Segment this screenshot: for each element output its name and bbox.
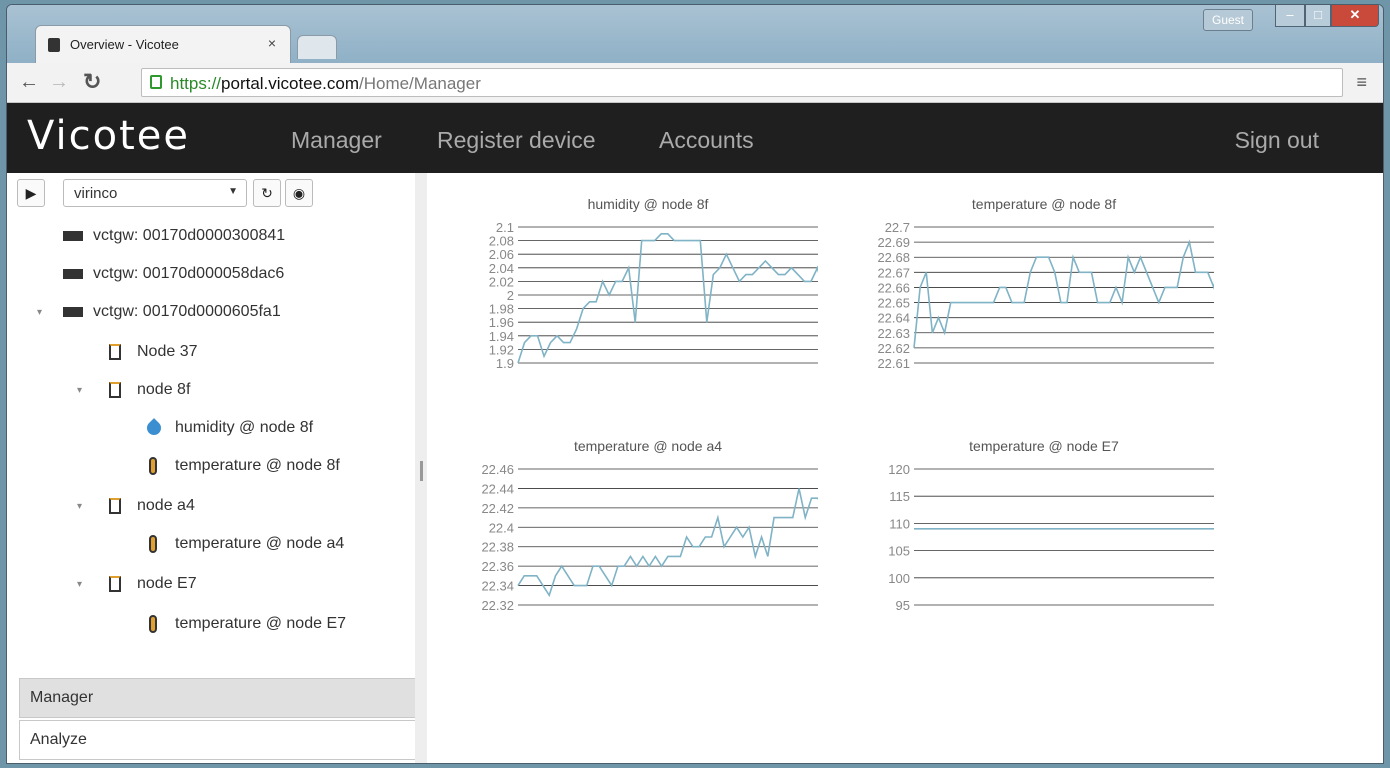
gateway-icon — [63, 268, 83, 279]
y-tick-label: 22.62 — [877, 341, 910, 356]
y-tick-label: 22.4 — [489, 520, 514, 535]
chart-title: temperature @ node 8f — [972, 196, 1116, 212]
collapse-icon[interactable]: ▾ — [37, 307, 42, 318]
nav-accounts[interactable]: Accounts — [659, 127, 754, 154]
charts-area: humidity @ node 8f 2.1 2.08 2.06 2.04 2.02 2 1.… — [428, 173, 1383, 763]
y-tick-label: 105 — [888, 544, 910, 559]
y-tick-label: 22.46 — [481, 462, 514, 477]
lock-icon — [150, 75, 162, 89]
y-tick-label: 120 — [888, 462, 910, 477]
y-tick-label: 22.67 — [877, 265, 910, 280]
tree-item-node-a4[interactable]: node a4 — [109, 497, 195, 515]
collapse-icon[interactable]: ▾ — [77, 579, 82, 590]
tree-item-humidity-8f[interactable]: humidity @ node 8f — [144, 417, 313, 438]
nav-register-device[interactable]: Register device — [437, 127, 596, 154]
thermometer-icon — [149, 615, 157, 633]
url-text: https://portal.vicotee.com/Home/Manager — [170, 74, 481, 93]
y-tick-label: 115 — [889, 489, 910, 504]
y-tick-label: 22.34 — [481, 579, 514, 594]
tab-close-icon[interactable]: × — [268, 35, 276, 51]
y-tick-label: 22.61 — [877, 356, 910, 371]
app-header: Vicotee Manager Register device Accounts… — [7, 103, 1383, 173]
maximize-button[interactable]: □ — [1305, 5, 1331, 27]
tree-item-temperature-a4[interactable]: temperature @ node a4 — [149, 535, 344, 553]
url-input[interactable]: https://portal.vicotee.com/Home/Manager — [141, 68, 1343, 97]
chart-title: temperature @ node E7 — [969, 438, 1119, 454]
thermometer-icon — [149, 457, 157, 475]
panel-analyze[interactable]: Analyze — [19, 720, 417, 760]
tree-item-temperature-8f[interactable]: temperature @ node 8f — [149, 457, 340, 475]
title-bar: Overview - Vicotee × Guest – □ ✕ — [7, 5, 1383, 63]
node-icon — [109, 497, 121, 514]
organization-select[interactable]: virinco ▼ — [63, 179, 247, 207]
minimize-button[interactable]: – — [1275, 5, 1305, 27]
tree-item-gateway-3[interactable]: vctgw: 00170d0000605fa1 — [63, 303, 281, 321]
series-line — [517, 232, 818, 364]
browser-tab[interactable]: Overview - Vicotee × — [35, 25, 291, 63]
chevron-down-icon: ▼ — [228, 186, 238, 197]
panel-manager[interactable]: Manager — [19, 678, 417, 718]
splitter-handle-icon[interactable] — [420, 461, 423, 481]
y-tick-label: 22.63 — [877, 326, 910, 341]
chart-temperature-8f: temperature @ node 8f 22.722.6922.6822.67… — [877, 196, 1214, 371]
content-area: ▶ virinco ▼ ↻ ◉ vctgw: 00170d0000300841 … — [7, 173, 1383, 763]
series-line — [517, 488, 818, 598]
y-tick-label: 22.44 — [481, 481, 514, 496]
forward-icon[interactable]: → — [49, 71, 69, 94]
tree-item-gateway-1[interactable]: vctgw: 00170d0000300841 — [63, 227, 285, 245]
y-tick-label: 95 — [896, 598, 910, 613]
reload-icon[interactable]: ↻ — [83, 69, 101, 95]
y-tick-label: 100 — [888, 571, 910, 586]
new-tab-button[interactable] — [297, 35, 337, 59]
tree-item-node-37[interactable]: Node 37 — [109, 343, 198, 361]
favicon-icon — [48, 38, 60, 52]
y-tick-label: 22.65 — [877, 296, 910, 311]
y-tick-label: 22.32 — [481, 598, 514, 613]
y-tick-label: 22.69 — [877, 235, 910, 250]
y-tick-label: 22.64 — [877, 311, 910, 326]
tab-title: Overview - Vicotee — [70, 37, 179, 52]
node-icon — [109, 343, 121, 360]
chart-title: humidity @ node 8f — [588, 196, 709, 212]
tree-item-node-8f[interactable]: node 8f — [109, 381, 190, 399]
refresh-button[interactable]: ↻ — [253, 179, 281, 207]
close-window-button[interactable]: ✕ — [1331, 5, 1379, 27]
collapse-icon[interactable]: ▾ — [77, 501, 82, 512]
browser-window: Overview - Vicotee × Guest – □ ✕ ← → ↻ h… — [6, 4, 1384, 764]
address-bar: ← → ↻ https://portal.vicotee.com/Home/Ma… — [7, 63, 1383, 103]
back-icon[interactable]: ← — [19, 71, 39, 94]
y-tick-label: 22.68 — [877, 250, 910, 265]
tree-item-temperature-e7[interactable]: temperature @ node E7 — [149, 615, 346, 633]
chart-temperature-a4: temperature @ node a4 22.46 22.44 22.42 22.4… — [481, 438, 818, 613]
target-button[interactable]: ◉ — [285, 179, 313, 207]
play-button[interactable]: ▶ — [17, 179, 45, 207]
y-tick-label: 22.66 — [877, 280, 910, 295]
y-tick-label: 22.38 — [481, 540, 514, 555]
chart-humidity-8f: humidity @ node 8f2.12.082.062.042.0221.… — [489, 196, 818, 371]
tree-item-gateway-2[interactable]: vctgw: 00170d000058dac6 — [63, 265, 284, 283]
vicotee-logo[interactable]: Vicotee — [27, 113, 190, 159]
organization-select-value: virinco — [74, 185, 118, 202]
humidity-icon — [144, 417, 164, 438]
chart-temperature-e7: temperature @ node E7 120 115 110 105 100 95 — [888, 438, 1214, 613]
node-icon — [109, 575, 121, 592]
gateway-icon — [63, 230, 83, 241]
node-icon — [109, 381, 121, 398]
y-tick-label: 22.7 — [885, 220, 910, 235]
collapse-icon[interactable]: ▾ — [77, 385, 82, 396]
y-tick-label: 1.9 — [496, 356, 514, 371]
chart-title: temperature @ node a4 — [574, 438, 722, 454]
y-tick-label: 110 — [889, 516, 910, 531]
gateway-icon — [63, 306, 83, 317]
thermometer-icon — [149, 535, 157, 553]
series-line — [913, 239, 1214, 348]
browser-menu-icon[interactable]: ≡ — [1356, 72, 1367, 93]
nav-manager[interactable]: Manager — [291, 127, 382, 154]
tree-item-node-e7[interactable]: node E7 — [109, 575, 197, 593]
sign-out-link[interactable]: Sign out — [1235, 127, 1319, 154]
guest-badge[interactable]: Guest — [1203, 9, 1253, 31]
y-tick-label: 22.36 — [481, 559, 514, 574]
y-tick-label: 22.42 — [481, 501, 514, 516]
sidebar: ▶ virinco ▼ ↻ ◉ vctgw: 00170d0000300841 … — [7, 173, 422, 763]
